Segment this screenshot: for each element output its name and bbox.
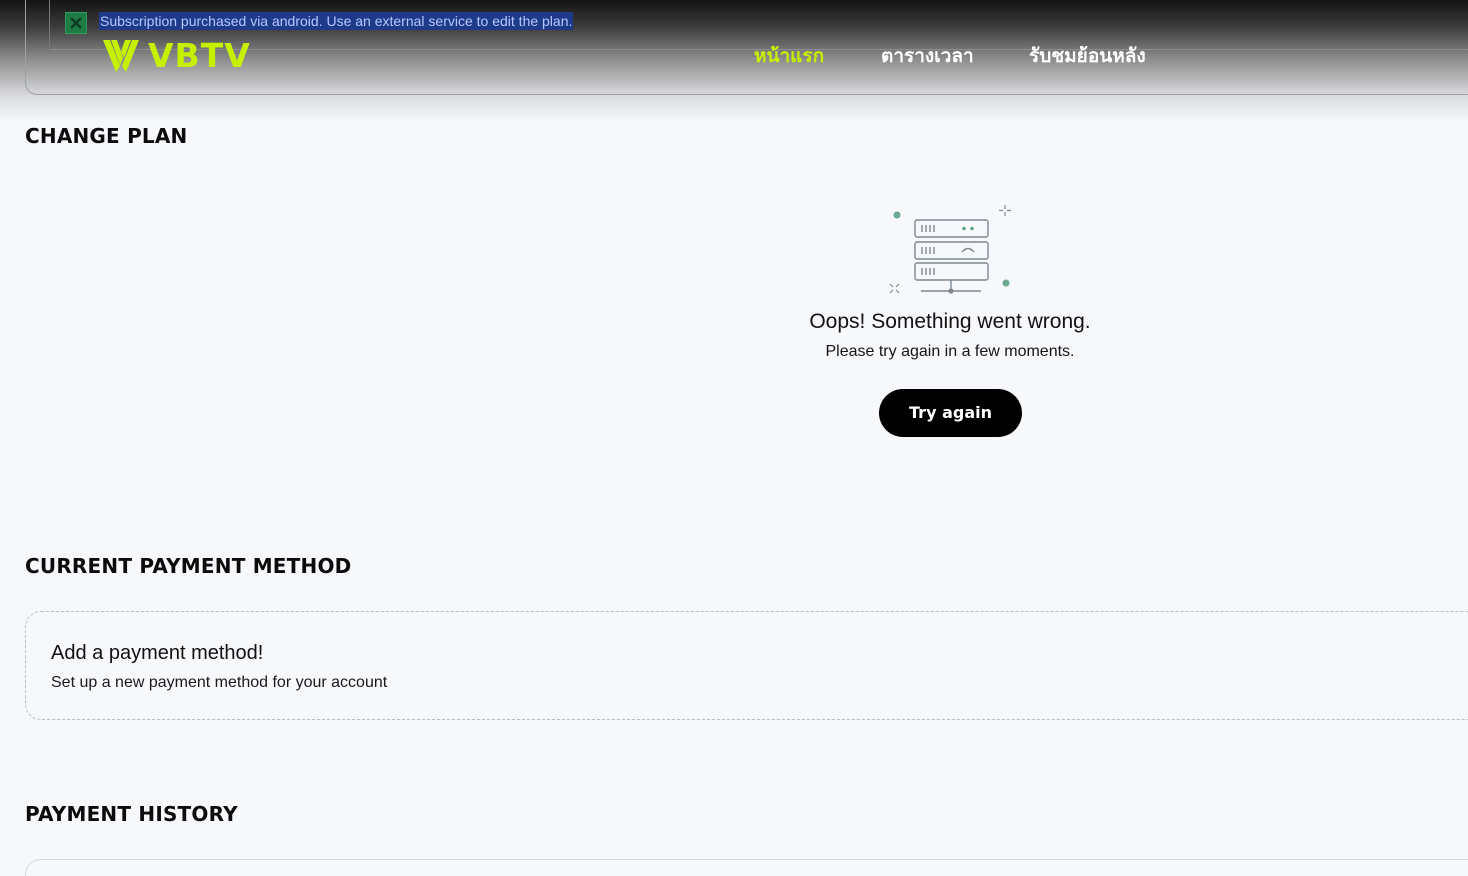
nav-item-schedule[interactable]: ตารางเวลา [881, 42, 974, 70]
top-header: Subscription purchased via android. Use … [0, 0, 1468, 122]
brand-name: VBTV [148, 36, 251, 75]
excel-close-icon [65, 12, 87, 34]
try-again-button[interactable]: Try again [879, 389, 1022, 437]
error-message: Please try again in a few moments. [825, 343, 1075, 360]
vbtv-logo[interactable]: VBTV [102, 36, 251, 76]
payment-history-heading: PAYMENT HISTORY [25, 802, 238, 826]
payment-history-card [25, 859, 1468, 876]
server-error-icon [884, 200, 1018, 300]
payment-method-heading: CURRENT PAYMENT METHOD [25, 554, 352, 578]
add-payment-method-title: Add a payment method! [51, 642, 264, 664]
add-payment-method-subtitle: Set up a new payment method for your acc… [51, 674, 388, 691]
nav-item-home[interactable]: หน้าแรก [754, 42, 824, 70]
change-plan-heading: CHANGE PLAN [25, 124, 188, 148]
error-title: Oops! Something went wrong. [809, 310, 1091, 333]
nav-item-replay[interactable]: รับชมย้อนหลัง [1029, 42, 1146, 70]
notice-text: Subscription purchased via android. Use … [99, 12, 574, 30]
vbtv-logo-mark-icon [103, 40, 139, 72]
add-payment-method-card[interactable]: Add a payment method! Set up a new payme… [25, 611, 1468, 720]
